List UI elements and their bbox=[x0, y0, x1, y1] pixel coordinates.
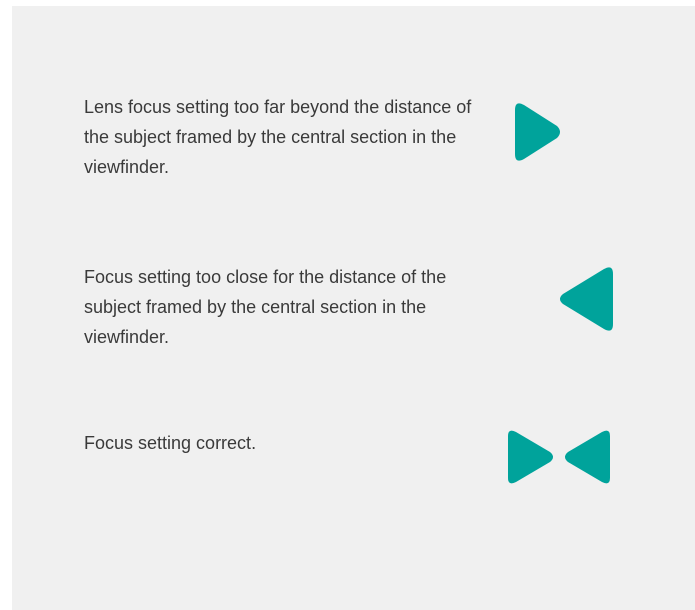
focus-correct-text: Focus setting correct. bbox=[84, 433, 257, 453]
focus-too-close-text: Focus setting too close for the distance… bbox=[84, 267, 447, 347]
focus-too-far-text: Lens focus setting too far beyond the di… bbox=[84, 97, 472, 177]
focus-indicator-panel: Lens focus setting too far beyond the di… bbox=[12, 6, 695, 610]
triangle-right-icon bbox=[509, 96, 565, 168]
triangles-converging-icon bbox=[506, 426, 616, 488]
triangle-left-icon bbox=[557, 260, 617, 338]
